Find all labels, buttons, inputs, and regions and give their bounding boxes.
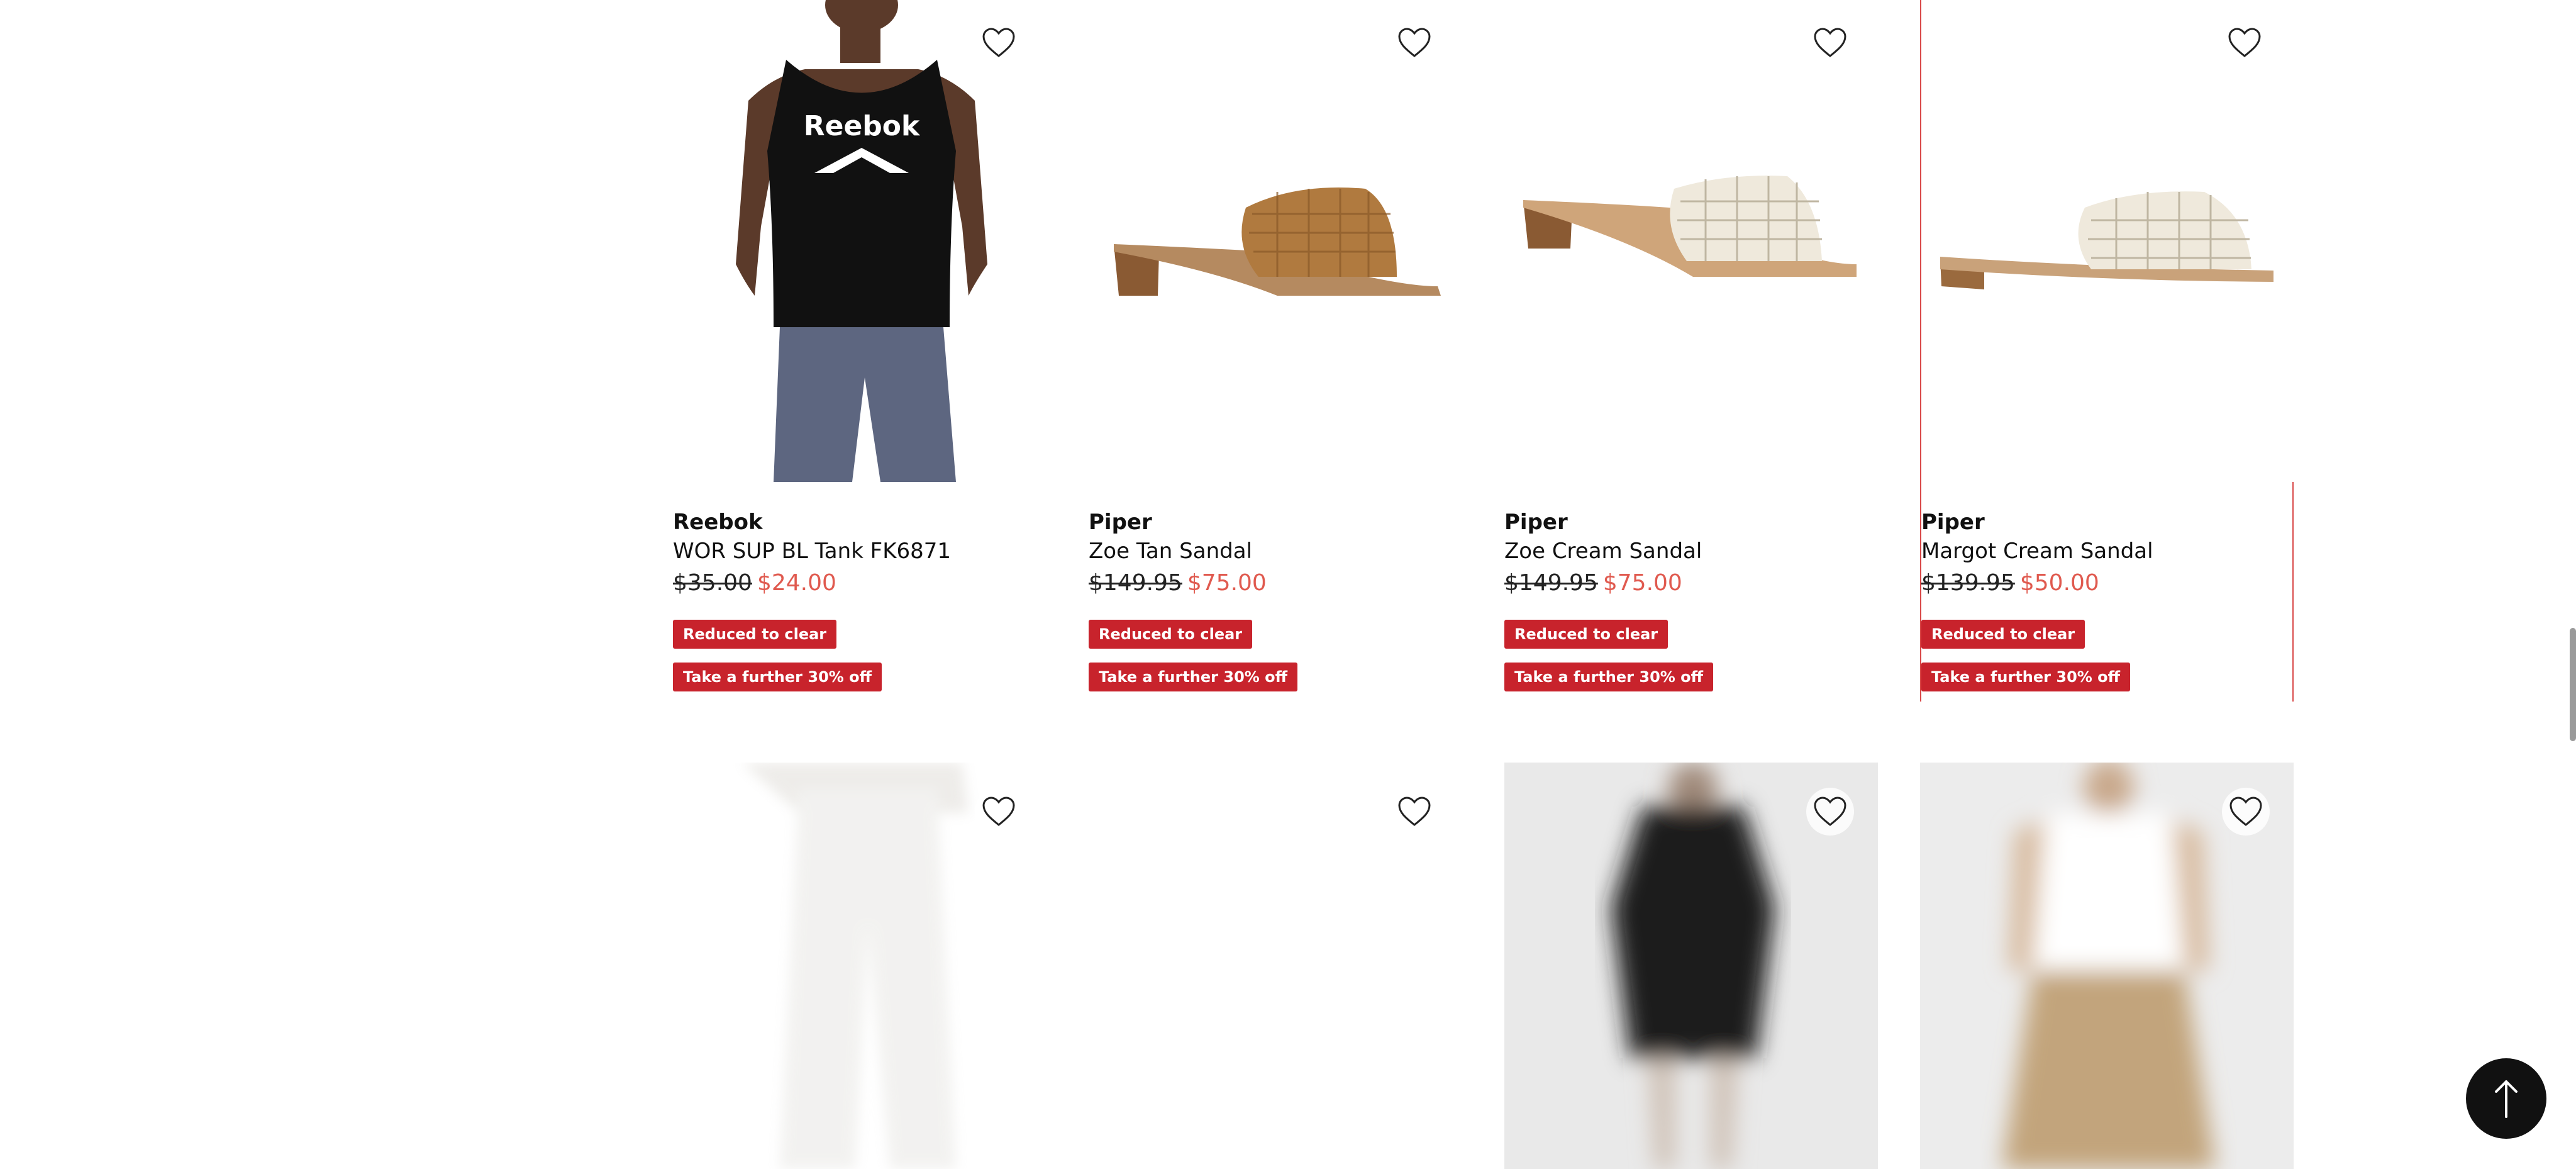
product-grid: Reebok Reebok WOR SUP BL Tank FK6871 $35… xyxy=(673,0,2296,1169)
reduced-badge: Reduced to clear xyxy=(1921,620,2085,649)
heart-outline-icon xyxy=(1398,797,1431,826)
was-price: $149.95 xyxy=(1504,570,1598,596)
product-image[interactable] xyxy=(1089,0,1462,482)
product-card[interactable] xyxy=(673,763,1046,1169)
favourite-button[interactable] xyxy=(1391,19,1438,67)
product-image[interactable]: Reebok xyxy=(673,0,1046,482)
heart-outline-icon xyxy=(1814,28,1846,57)
cream-woven-sandal-image xyxy=(1504,0,1878,482)
further-off-badge: Take a further 30% off xyxy=(1504,663,1714,691)
model-tank-top-image: Reebok xyxy=(673,0,1046,482)
product-price: $149.95 $75.00 xyxy=(1089,570,1267,596)
product-brand[interactable]: Piper xyxy=(1921,510,1985,535)
product-price: $35.00 $24.00 xyxy=(673,570,836,596)
sale-price: $24.00 xyxy=(757,570,836,596)
further-off-badge: Take a further 30% off xyxy=(673,663,882,691)
product-image[interactable] xyxy=(1504,0,1878,482)
svg-text:Reebok: Reebok xyxy=(804,110,921,142)
product-name[interactable]: Zoe Tan Sandal xyxy=(1089,539,1252,564)
heart-outline-icon xyxy=(982,797,1015,826)
further-off-badge: Take a further 30% off xyxy=(1921,663,2131,691)
reduced-badge: Reduced to clear xyxy=(1089,620,1253,649)
further-off-badge: Take a further 30% off xyxy=(1089,663,1298,691)
heart-outline-icon xyxy=(1398,28,1431,57)
arrow-up-icon xyxy=(2495,1080,2518,1118)
product-price: $139.95 $50.00 xyxy=(1921,570,2099,596)
back-to-top-button[interactable] xyxy=(2466,1058,2546,1139)
was-price: $139.95 xyxy=(1921,570,2015,596)
product-price: $149.95 $75.00 xyxy=(1504,570,1682,596)
product-card[interactable] xyxy=(1920,763,2294,1169)
reduced-badge: Reduced to clear xyxy=(673,620,837,649)
product-card[interactable]: Piper Zoe Cream Sandal $149.95 $75.00 Red… xyxy=(1504,0,1878,702)
reduced-badge: Reduced to clear xyxy=(1504,620,1668,649)
product-image[interactable] xyxy=(1921,0,2295,482)
product-name[interactable]: WOR SUP BL Tank FK6871 xyxy=(673,539,951,564)
sale-price: $75.00 xyxy=(1187,570,1267,596)
tan-woven-sandal-image xyxy=(1089,0,1462,482)
favourite-button[interactable] xyxy=(1806,788,1854,836)
product-card[interactable] xyxy=(1089,763,1462,1169)
heart-outline-icon xyxy=(2229,797,2262,826)
sale-price: $50.00 xyxy=(2019,570,2099,596)
product-brand[interactable]: Reebok xyxy=(673,510,763,535)
was-price: $35.00 xyxy=(673,570,752,596)
heart-outline-icon xyxy=(2228,28,2261,57)
favourite-button[interactable] xyxy=(1391,788,1438,836)
product-card[interactable]: Piper Zoe Tan Sandal $149.95 $75.00 Reduc… xyxy=(1089,0,1462,702)
sale-price: $75.00 xyxy=(1602,570,1682,596)
was-price: $149.95 xyxy=(1089,570,1182,596)
heart-outline-icon xyxy=(982,28,1015,57)
page-scrollbar[interactable] xyxy=(2570,628,2576,741)
product-name[interactable]: Zoe Cream Sandal xyxy=(1504,539,1702,564)
favourite-button[interactable] xyxy=(975,788,1023,836)
cream-flat-sandal-image xyxy=(1921,0,2295,482)
favourite-button[interactable] xyxy=(975,19,1023,67)
product-name[interactable]: Margot Cream Sandal xyxy=(1921,539,2153,564)
product-card[interactable]: Piper Margot Cream Sandal $139.95 $50.00 … xyxy=(1920,0,2295,702)
product-card[interactable]: Reebok Reebok WOR SUP BL Tank FK6871 $35… xyxy=(673,0,1046,702)
product-brand[interactable]: Piper xyxy=(1089,510,1152,535)
product-card[interactable] xyxy=(1504,763,1878,1169)
favourite-button[interactable] xyxy=(2221,19,2268,67)
heart-outline-icon xyxy=(1814,797,1846,826)
product-brand[interactable]: Piper xyxy=(1504,510,1568,535)
favourite-button[interactable] xyxy=(2222,788,2270,836)
favourite-button[interactable] xyxy=(1806,19,1854,67)
